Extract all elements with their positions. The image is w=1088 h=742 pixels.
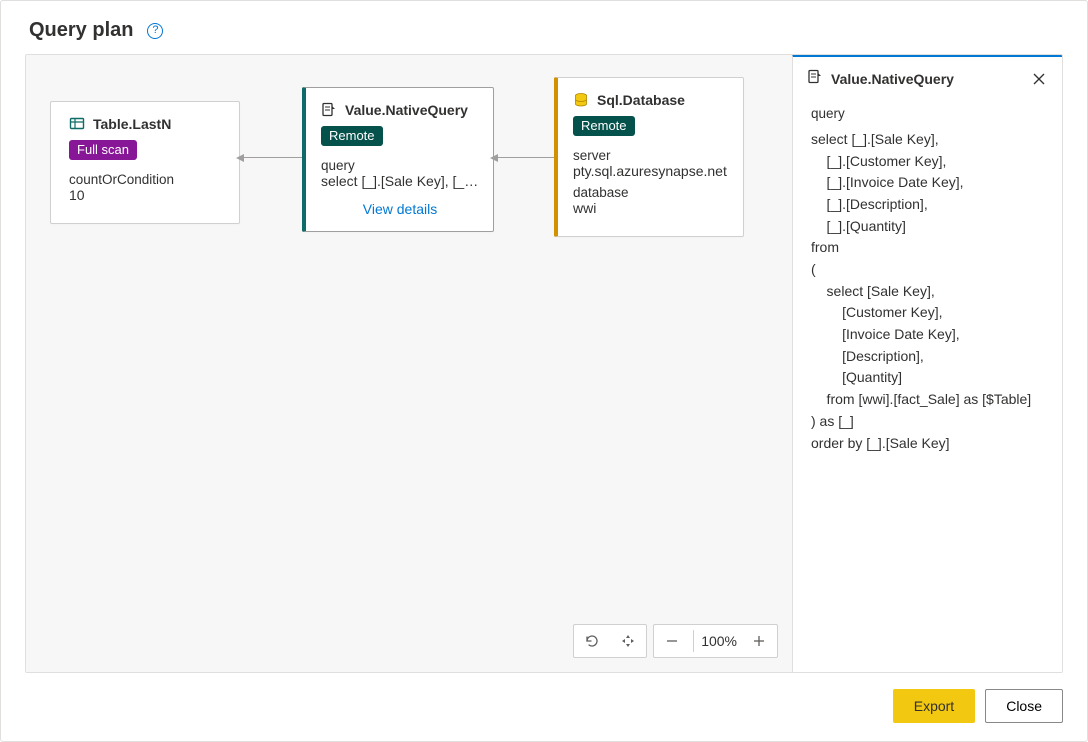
node-native-query[interactable]: Value.NativeQuery Remote query select [_… bbox=[302, 87, 494, 232]
node-title: Value.NativeQuery bbox=[345, 102, 468, 118]
zoom-bar: 100% bbox=[573, 624, 778, 658]
details-panel: Value.NativeQuery query select [_].[Sale… bbox=[792, 54, 1062, 672]
details-query-text: select [_].[Sale Key], [_].[Customer Key… bbox=[811, 129, 1044, 454]
native-query-icon bbox=[321, 102, 337, 118]
view-details-link[interactable]: View details bbox=[321, 201, 479, 217]
server-value: pty.sql.azuresynapse.net bbox=[573, 163, 729, 179]
node-sql-database[interactable]: Sql.Database Remote server pty.sql.azure… bbox=[554, 77, 744, 237]
database-label: database bbox=[573, 185, 729, 200]
node-title: Table.LastN bbox=[93, 116, 171, 132]
zoom-in-button[interactable] bbox=[741, 625, 777, 657]
separator bbox=[693, 630, 694, 652]
full-scan-badge: Full scan bbox=[69, 140, 137, 160]
param-label: countOrCondition bbox=[69, 172, 225, 187]
param-value: select [_].[Sale Key], [_].... bbox=[321, 173, 479, 189]
zoom-level-group: 100% bbox=[653, 624, 778, 658]
arrow-native-to-lastn bbox=[242, 157, 302, 158]
node-table-lastn[interactable]: Table.LastN Full scan countOrCondition 1… bbox=[50, 101, 240, 224]
query-plan-dialog: Query plan ? Table.LastN Full scan bbox=[0, 0, 1088, 742]
database-icon bbox=[573, 92, 589, 108]
close-button[interactable]: Close bbox=[985, 689, 1063, 723]
export-button[interactable]: Export bbox=[893, 689, 975, 723]
zoom-tools-group bbox=[573, 624, 647, 658]
plan-canvas[interactable]: Table.LastN Full scan countOrCondition 1… bbox=[26, 55, 792, 672]
reset-view-button[interactable] bbox=[574, 625, 610, 657]
details-query-label: query bbox=[811, 104, 1044, 125]
param-label: query bbox=[321, 158, 479, 173]
fit-view-button[interactable] bbox=[610, 625, 646, 657]
database-value: wwi bbox=[573, 200, 729, 216]
details-body: query select [_].[Sale Key], [_].[Custom… bbox=[793, 98, 1062, 468]
server-label: server bbox=[573, 148, 729, 163]
native-query-icon bbox=[807, 69, 823, 88]
param-value: 10 bbox=[69, 187, 225, 203]
node-title-row: Value.NativeQuery bbox=[321, 102, 479, 118]
node-title-row: Table.LastN bbox=[69, 116, 225, 132]
details-title: Value.NativeQuery bbox=[831, 71, 954, 87]
dialog-header: Query plan ? bbox=[1, 1, 1087, 54]
close-details-button[interactable] bbox=[1030, 70, 1048, 88]
arrow-sql-to-native bbox=[496, 157, 554, 158]
remote-badge: Remote bbox=[573, 116, 635, 136]
details-header: Value.NativeQuery bbox=[793, 57, 1062, 98]
help-icon[interactable]: ? bbox=[147, 23, 163, 39]
zoom-out-button[interactable] bbox=[654, 625, 690, 657]
node-title-row: Sql.Database bbox=[573, 92, 729, 108]
dialog-footer: Export Close bbox=[1, 673, 1087, 741]
body-area: Table.LastN Full scan countOrCondition 1… bbox=[25, 54, 1063, 673]
table-icon bbox=[69, 116, 85, 132]
zoom-percent: 100% bbox=[697, 633, 741, 649]
dialog-title: Query plan bbox=[29, 19, 133, 42]
remote-badge: Remote bbox=[321, 126, 383, 146]
node-title: Sql.Database bbox=[597, 92, 685, 108]
